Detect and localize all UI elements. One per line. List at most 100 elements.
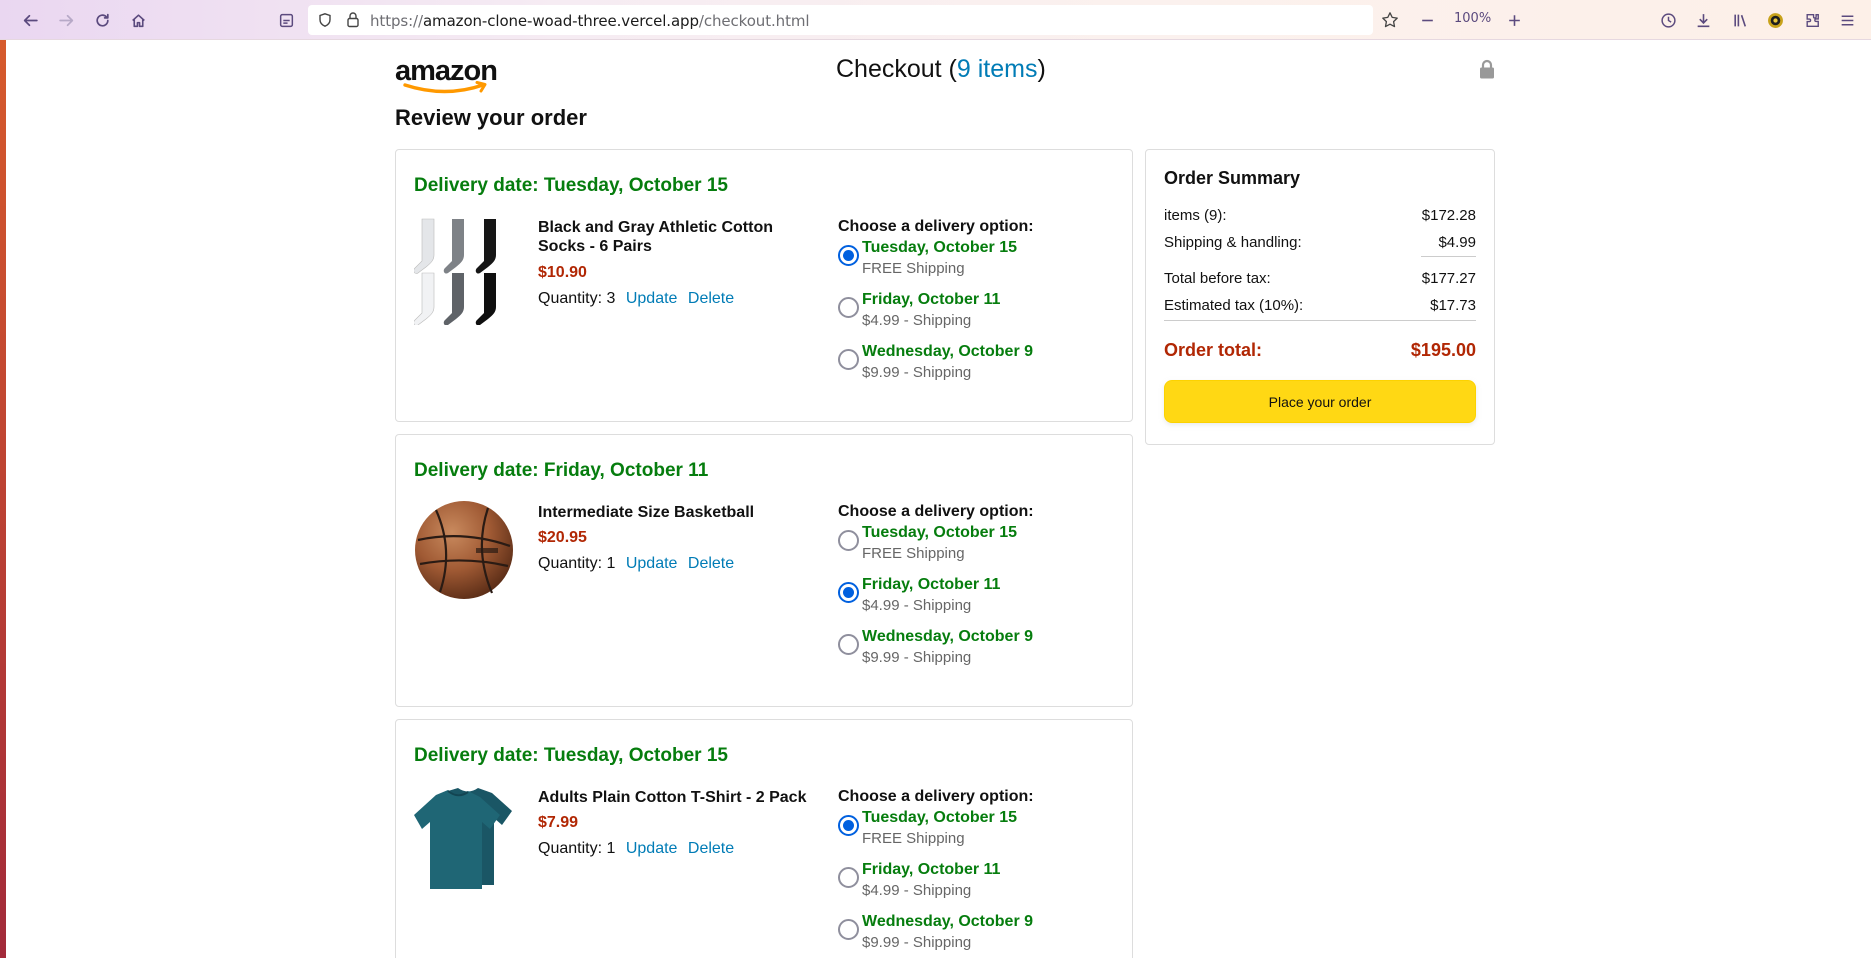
url-text: https://amazon-clone-woad-three.vercel.a… [370,12,810,30]
shield-icon[interactable] [317,12,333,33]
option-shipping: $9.99 - Shipping [862,649,972,666]
delivery-options-title: Choose a delivery option: [838,218,1034,235]
delete-link[interactable]: Delete [688,290,734,307]
option-shipping: $9.99 - Shipping [862,364,972,381]
profile-avatar-icon[interactable] [1762,8,1788,32]
amazon-logo[interactable]: amazon [395,55,499,94]
download-icon[interactable] [1690,8,1716,32]
option-shipping: $9.99 - Shipping [862,934,972,951]
url-host: amazon-clone-woad-three.vercel.app [422,12,699,30]
cart-item-card: Delivery date: Tuesday, October 15 Adult… [395,719,1133,958]
subtotal-divider [1421,256,1476,257]
product-name: Intermediate Size Basketball [538,504,755,521]
back-arrow-icon[interactable] [17,8,43,32]
product-price: $20.95 [538,529,587,546]
lock-icon [1479,59,1495,84]
option-date: Tuesday, October 15 [862,809,1018,826]
option-shipping: FREE Shipping [862,545,965,562]
order-total-value: $195.00 [1410,340,1476,360]
option-date: Wednesday, October 9 [862,343,1034,360]
order-summary: Order Summary items (9): $172.28 Shippin… [1145,149,1495,445]
zoom-level[interactable]: 100% [1454,11,1491,26]
delivery-option[interactable]: Friday, October 11 $4.99 - Shipping [838,576,1118,620]
browser-toolbar: https://amazon-clone-woad-three.vercel.a… [0,0,1871,40]
option-shipping: $4.99 - Shipping [862,312,972,329]
delivery-options: Choose a delivery option: Tuesday, Octob… [838,503,1118,666]
product-price: $10.90 [538,264,587,281]
delivery-option[interactable]: Wednesday, October 9 $9.99 - Shipping [838,628,1118,672]
option-shipping: FREE Shipping [862,830,965,847]
url-bar[interactable]: https://amazon-clone-woad-three.vercel.a… [308,5,1398,35]
menu-icon[interactable] [1834,8,1860,32]
before-tax-value: $177.27 [1421,270,1476,287]
update-link[interactable]: Update [626,290,678,307]
quantity-row: Quantity: 1 Update Delete [538,555,734,573]
delivery-options-title: Choose a delivery option: [838,503,1034,520]
cart-item-card: Delivery date: Friday, October 11 Interm… [395,434,1133,707]
update-link[interactable]: Update [626,555,678,572]
place-order-button[interactable]: Place your order [1164,380,1476,423]
summary-items-row: items (9): $172.28 [1164,207,1476,224]
product-name: Adults Plain Cotton T-Shirt - 2 Pack [538,789,807,806]
radio-button[interactable] [838,634,859,655]
tax-label: Estimated tax (10%): [1164,297,1304,314]
option-date: Friday, October 11 [862,576,1001,593]
radio-button[interactable] [838,245,859,266]
tshirt-image [414,785,514,889]
delivery-option[interactable]: Tuesday, October 15 FREE Shipping [838,809,1118,853]
update-link[interactable]: Update [626,840,678,857]
checkout-title-close: ) [1037,55,1046,83]
reload-icon[interactable] [89,8,115,32]
radio-button[interactable] [838,867,859,888]
reader-save-icon[interactable] [273,8,299,32]
option-date: Wednesday, October 9 [862,628,1034,645]
zoom-out-icon[interactable] [1414,8,1440,32]
padlock-icon[interactable] [345,11,361,33]
smile-arrow-icon [403,81,487,94]
socks-image [413,215,514,326]
option-shipping: $4.99 - Shipping [862,882,972,899]
forward-arrow-icon[interactable] [53,8,79,32]
order-total-row: Order total: $195.00 [1164,340,1476,361]
delivery-option[interactable]: Wednesday, October 9 $9.99 - Shipping [838,913,1118,957]
quantity-label: Quantity: [538,555,603,572]
cart-item-card: Delivery date: Tuesday, October 15 Black [395,149,1133,422]
quantity-value: 1 [606,840,616,857]
option-date: Tuesday, October 15 [862,524,1018,541]
shipping-label: Shipping & handling: [1164,234,1302,251]
zoom-in-icon[interactable] [1501,8,1527,32]
quantity-row: Quantity: 1 Update Delete [538,840,734,858]
summary-tax-row: Estimated tax (10%): $17.73 [1164,297,1476,314]
radio-button[interactable] [838,349,859,370]
history-icon[interactable] [1655,8,1681,32]
delete-link[interactable]: Delete [688,555,734,572]
radio-button[interactable] [838,919,859,940]
home-icon[interactable] [125,8,151,32]
quantity-value: 3 [606,290,616,307]
radio-button[interactable] [838,297,859,318]
radio-button[interactable] [838,530,859,551]
delivery-options-title: Choose a delivery option: [838,788,1034,805]
delivery-option[interactable]: Tuesday, October 15 FREE Shipping [838,524,1118,568]
delivery-option[interactable]: Friday, October 11 $4.99 - Shipping [838,291,1118,335]
summary-before-tax-row: Total before tax: $177.27 [1164,270,1476,287]
delete-link[interactable]: Delete [688,840,734,857]
delivery-option[interactable]: Friday, October 11 $4.99 - Shipping [838,861,1118,905]
sock-row-top [413,218,496,274]
items-label: items (9): [1164,207,1227,224]
radio-button[interactable] [838,582,859,603]
quantity-label: Quantity: [538,840,603,857]
library-icon[interactable] [1727,8,1753,32]
option-shipping: FREE Shipping [862,260,965,277]
radio-button[interactable] [838,815,859,836]
delivery-option[interactable]: Wednesday, October 9 $9.99 - Shipping [838,343,1118,387]
delivery-option[interactable]: Tuesday, October 15 FREE Shipping [838,239,1118,283]
option-date: Tuesday, October 15 [862,239,1018,256]
items-value: $172.28 [1421,207,1476,224]
product-name: Black and Gray Athletic Cotton Socks - 6… [538,219,773,255]
items-count-link[interactable]: 9 items [957,55,1038,83]
quantity-label: Quantity: [538,290,603,307]
extensions-icon[interactable] [1799,8,1825,32]
summary-title: Order Summary [1164,168,1301,188]
bookmark-star-icon[interactable] [1381,11,1399,34]
